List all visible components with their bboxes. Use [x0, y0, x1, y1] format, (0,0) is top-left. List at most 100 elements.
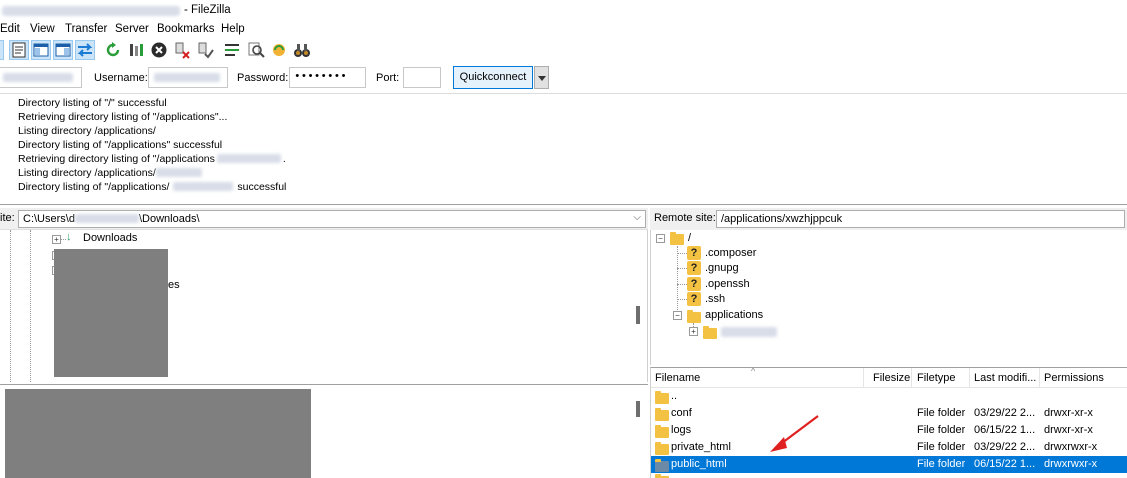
remote-site-label: Remote site:	[654, 212, 716, 224]
host-field[interactable]	[0, 67, 82, 88]
directory-listing-filter-icon	[225, 44, 239, 56]
file-modified: 03/29/22 2...	[974, 441, 1036, 453]
column-last-modified[interactable]: Last modifi...	[974, 372, 1036, 384]
title-bar: - FileZilla	[0, 0, 1127, 22]
local-files-scrollbar[interactable]	[636, 401, 640, 417]
tree-item-applications[interactable]: applications	[705, 309, 763, 321]
column-filesize[interactable]: Filesize	[873, 372, 910, 384]
toolbar	[0, 38, 1127, 62]
file-name: conf	[671, 407, 692, 419]
column-permissions[interactable]: Permissions	[1044, 372, 1104, 384]
password-label: Password:	[237, 72, 289, 84]
refresh-icon	[106, 42, 120, 57]
expand-toggle[interactable]: +	[689, 327, 698, 336]
log-line: Retrieving directory listing of "/applic…	[18, 111, 228, 123]
local-path-prefix: C:\Users\d	[23, 213, 75, 225]
toggle-remote-tree-button[interactable]	[53, 40, 73, 60]
collapse-toggle[interactable]: −	[673, 311, 682, 320]
tree-item-downloads[interactable]: Downloads	[83, 232, 137, 244]
menu-edit[interactable]: Edit	[0, 23, 20, 35]
process-queue-button[interactable]	[126, 40, 146, 60]
reconnect-button[interactable]	[195, 40, 215, 60]
remote-site-bar: Remote site: /applications/xwzhjppcuk	[650, 208, 1127, 230]
column-filetype[interactable]: Filetype	[917, 372, 956, 384]
local-path-input[interactable]: C:\Users\d \Downloads\ ⌵	[18, 210, 646, 228]
toggle-sync-browsing-button[interactable]	[269, 40, 289, 60]
site-manager-button[interactable]	[0, 40, 4, 60]
tree-item-composer[interactable]: .composer	[705, 247, 756, 259]
file-row[interactable]: ..	[651, 388, 1127, 405]
password-field[interactable]: ••••••••	[289, 67, 366, 88]
menu-server[interactable]: Server	[115, 23, 149, 35]
folder-icon	[670, 232, 684, 245]
menu-view[interactable]: View	[30, 23, 55, 35]
port-label: Port:	[376, 72, 400, 84]
quickconnect-bar: Username: Password: •••••••• Port: Quick…	[0, 62, 1127, 92]
disconnect-icon	[175, 42, 190, 59]
find-files-button[interactable]	[292, 40, 312, 60]
collapse-toggle[interactable]: −	[656, 234, 665, 243]
tree-item-root[interactable]: /	[688, 232, 691, 244]
file-type: File folder	[917, 407, 966, 419]
folder-icon	[655, 391, 669, 404]
message-log-icon	[12, 42, 26, 58]
toggle-local-tree-button[interactable]	[31, 40, 51, 60]
local-tree-scrollbar[interactable]	[636, 306, 640, 324]
file-type: File folder	[917, 441, 966, 453]
toggle-transfer-queue-button[interactable]	[75, 40, 95, 60]
quickconnect-dropdown-button[interactable]	[534, 66, 549, 89]
tree-item-ssh[interactable]: .ssh	[705, 293, 725, 305]
unknown-folder-icon: ?	[687, 261, 701, 275]
file-row-selected[interactable]: public_html File folder 06/15/22 1... dr…	[651, 456, 1127, 473]
disconnect-button[interactable]	[172, 40, 192, 60]
directory-comparison-button[interactable]	[222, 40, 242, 60]
remote-directory-tree[interactable]: − / ? .composer ? .gnupg ? .openssh ? .s…	[650, 230, 1127, 365]
file-row[interactable]: conf File folder 03/29/22 2... drwxr-xr-…	[651, 405, 1127, 422]
tree-item-openssh[interactable]: .openssh	[705, 278, 750, 290]
expand-toggle[interactable]: +	[52, 235, 61, 244]
file-row[interactable]: private_html File folder 03/29/22 2... d…	[651, 439, 1127, 456]
blurred-host-title	[2, 6, 180, 16]
cancel-icon	[151, 42, 167, 58]
folder-icon	[655, 408, 669, 421]
file-permissions: drwxrwxr-x	[1044, 458, 1098, 470]
remote-path-input[interactable]: /applications/xwzhjppcuk	[716, 210, 1125, 228]
download-icon: ↓	[66, 231, 72, 243]
cancel-operation-button[interactable]	[149, 40, 169, 60]
file-list-header: ^ Filename Filesize Filetype Last modifi…	[651, 366, 1127, 388]
folder-icon	[655, 442, 669, 455]
unknown-folder-icon: ?	[687, 246, 701, 260]
sync-icon	[273, 44, 285, 56]
menu-transfer[interactable]: Transfer	[65, 23, 107, 35]
tree-item-partial[interactable]: es	[168, 279, 180, 291]
search-icon	[248, 42, 265, 58]
column-filename[interactable]: Filename	[655, 372, 700, 384]
toggle-message-log-button[interactable]	[9, 40, 29, 60]
file-name: public_html	[671, 458, 727, 470]
file-type: File folder	[917, 458, 966, 470]
log-line: Directory listing of "/" successful	[18, 97, 167, 109]
file-permissions: drwxr-xr-x	[1044, 407, 1093, 419]
file-modified: 03/29/22 2...	[974, 407, 1036, 419]
log-line: Directory listing of "/applications" suc…	[18, 139, 223, 151]
local-site-label: ite:	[0, 212, 15, 224]
search-remote-files-button[interactable]	[246, 40, 266, 60]
chevron-down-icon[interactable]: ⌵	[633, 212, 641, 223]
menu-help[interactable]: Help	[221, 23, 245, 35]
refresh-button[interactable]	[103, 40, 123, 60]
quickconnect-button[interactable]: Quickconnect	[453, 66, 533, 89]
file-row[interactable]: logs File folder 06/15/22 1... drwxr-xr-…	[651, 422, 1127, 439]
menu-bar: Edit View Transfer Server Bookmarks Help	[0, 22, 1127, 38]
local-file-list[interactable]	[0, 384, 648, 478]
username-field[interactable]	[148, 67, 228, 88]
local-directory-tree[interactable]: + ↓ Downloads es	[0, 230, 648, 382]
tree-item-gnupg[interactable]: .gnupg	[705, 262, 739, 274]
menu-bookmarks[interactable]: Bookmarks	[157, 23, 215, 35]
unknown-folder-icon: ?	[687, 277, 701, 291]
remote-file-list[interactable]: ^ Filename Filesize Filetype Last modifi…	[650, 366, 1127, 478]
unknown-folder-icon: ?	[687, 292, 701, 306]
process-queue-icon	[130, 44, 143, 56]
message-log[interactable]: Directory listing of "/" successful Retr…	[0, 93, 1127, 205]
file-name: ..	[671, 390, 678, 402]
port-field[interactable]	[403, 67, 441, 88]
